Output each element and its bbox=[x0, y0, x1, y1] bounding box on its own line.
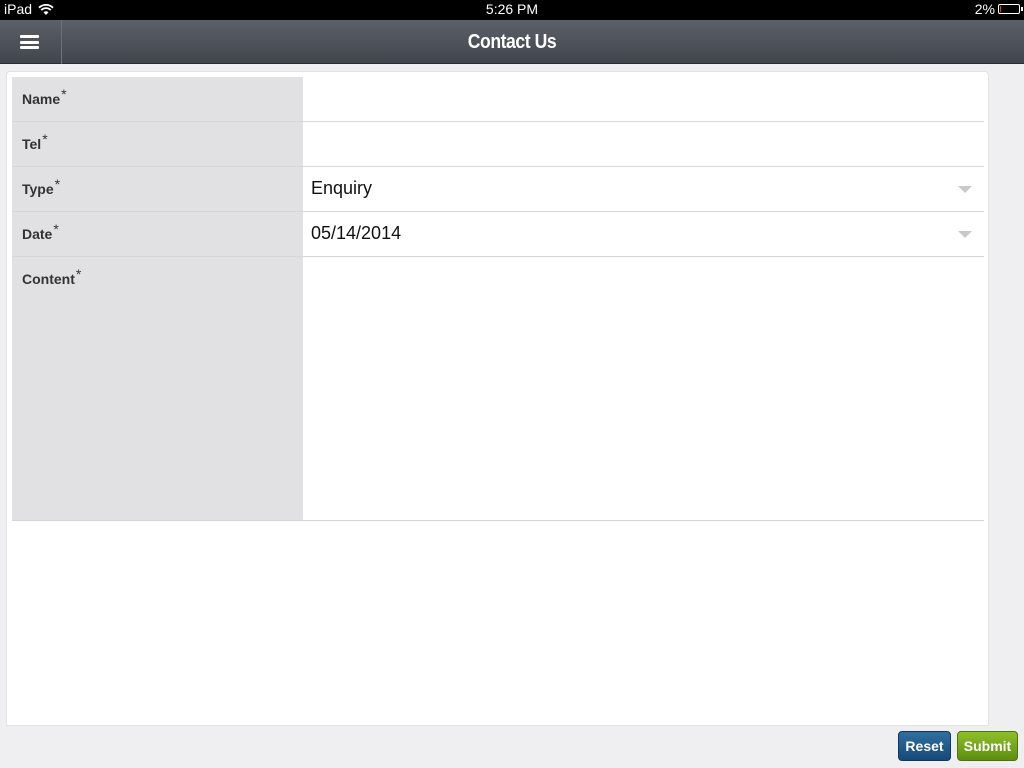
type-select[interactable]: Enquiry bbox=[303, 167, 984, 211]
required-marker: * bbox=[42, 131, 48, 147]
tel-field[interactable] bbox=[303, 122, 984, 166]
form-row-content: Content* bbox=[12, 257, 984, 521]
page-title: Contact Us bbox=[467, 31, 557, 53]
hamburger-menu-icon bbox=[20, 35, 39, 49]
field-label-content: Content* bbox=[12, 257, 303, 520]
battery-percent: 2% bbox=[974, 1, 995, 17]
status-time: 5:26 PM bbox=[485, 1, 539, 17]
type-selected-value: Enquiry bbox=[311, 178, 373, 198]
submit-button[interactable]: Submit bbox=[957, 731, 1018, 761]
required-marker: * bbox=[61, 86, 67, 102]
required-marker: * bbox=[54, 176, 61, 192]
date-selected-value: 05/14/2014 bbox=[311, 223, 402, 243]
name-input[interactable] bbox=[303, 77, 984, 121]
tel-input[interactable] bbox=[303, 122, 984, 166]
required-marker: * bbox=[53, 221, 59, 237]
menu-button[interactable] bbox=[0, 20, 62, 64]
field-label-tel: Tel* bbox=[12, 122, 303, 166]
field-label-type: Type* bbox=[12, 167, 303, 211]
content-field[interactable] bbox=[303, 257, 984, 520]
form-row-name: Name* bbox=[12, 77, 984, 122]
field-label-date: Date* bbox=[12, 212, 303, 256]
content-textarea[interactable] bbox=[303, 257, 984, 520]
reset-button[interactable]: Reset bbox=[898, 731, 951, 761]
chevron-down-icon bbox=[958, 231, 972, 238]
chevron-down-icon bbox=[958, 186, 972, 193]
date-picker[interactable]: 05/14/2014 bbox=[303, 212, 984, 256]
required-marker: * bbox=[75, 266, 82, 282]
name-field[interactable] bbox=[303, 77, 984, 121]
status-right: 2% bbox=[974, 1, 1023, 17]
battery-icon bbox=[998, 4, 1023, 14]
battery-fill bbox=[1000, 6, 1001, 12]
form-row-type: Type* Enquiry bbox=[12, 167, 984, 212]
content-panel: Name* Tel* Type* Enquiry Date* 05/14/201… bbox=[6, 71, 989, 726]
field-label-name: Name* bbox=[12, 77, 303, 121]
form-row-tel: Tel* bbox=[12, 122, 984, 167]
status-bar: iPad 5:26 PM 2% bbox=[0, 0, 1024, 20]
title-bar: Contact Us bbox=[0, 20, 1024, 64]
contact-form: Name* Tel* Type* Enquiry Date* 05/14/201… bbox=[12, 77, 984, 521]
form-row-date: Date* 05/14/2014 bbox=[12, 212, 984, 257]
